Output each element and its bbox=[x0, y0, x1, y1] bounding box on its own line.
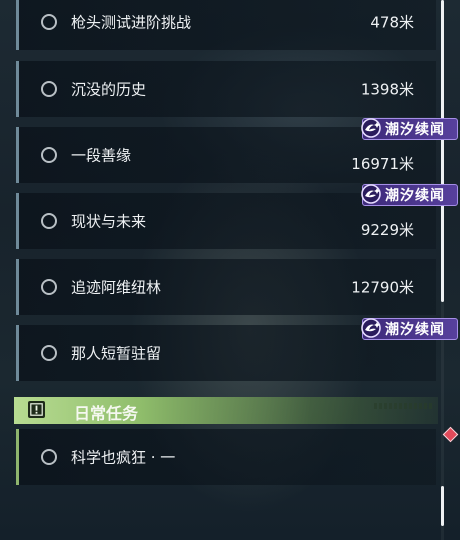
radio-circle-icon[interactable] bbox=[41, 213, 57, 229]
quest-tag-label: 潮汐续闻 bbox=[385, 122, 445, 138]
tide-emblem-icon bbox=[359, 316, 383, 340]
scrollbar-thumb[interactable] bbox=[441, 0, 444, 302]
daily-quest-row[interactable]: 科学也疯狂 · 一 bbox=[16, 429, 436, 485]
quest-tag-badge: 潮汐续闻 bbox=[359, 116, 458, 140]
scrollbar-thumb-lower[interactable] bbox=[441, 486, 444, 526]
tide-emblem-icon bbox=[359, 116, 383, 140]
tide-emblem-icon bbox=[359, 182, 383, 206]
quest-distance: 16971米 bbox=[351, 154, 414, 173]
quest-tag-label: 潮汐续闻 bbox=[385, 188, 445, 204]
radio-circle-icon[interactable] bbox=[41, 449, 57, 465]
radio-circle-icon[interactable] bbox=[41, 345, 57, 361]
red-diamond-icon bbox=[442, 426, 459, 443]
quest-title: 一段善缘 bbox=[71, 146, 132, 165]
quest-title: 沉没的历史 bbox=[71, 80, 147, 99]
quest-distance: 1398米 bbox=[360, 80, 414, 99]
radio-circle-icon[interactable] bbox=[41, 14, 57, 30]
quest-title: 那人短暂驻留 bbox=[71, 344, 162, 363]
quest-row[interactable]: 枪头测试进阶挑战 478米 bbox=[16, 0, 436, 50]
quest-distance: 12790米 bbox=[351, 278, 414, 297]
radio-circle-icon[interactable] bbox=[41, 147, 57, 163]
quest-row[interactable]: 沉没的历史 1398米 bbox=[16, 61, 436, 117]
quest-distance: 478米 bbox=[370, 13, 414, 32]
quest-distance: 9229米 bbox=[360, 220, 414, 239]
quest-title: 追迹阿维纽林 bbox=[71, 278, 162, 297]
quest-tag-label: 潮汐续闻 bbox=[385, 322, 445, 338]
header-decoration bbox=[374, 403, 432, 409]
section-title: 日常任务 bbox=[74, 404, 139, 423]
quest-title: 科学也疯狂 · 一 bbox=[71, 448, 176, 467]
quest-title: 现状与未来 bbox=[71, 212, 147, 231]
radio-circle-icon[interactable] bbox=[41, 81, 57, 97]
quest-row[interactable]: 追迹阿维纽林 12790米 bbox=[16, 259, 436, 315]
radio-circle-icon[interactable] bbox=[41, 279, 57, 295]
exclamation-icon bbox=[28, 401, 45, 418]
quest-tracker-panel: 枪头测试进阶挑战 478米 沉没的历史 1398米 一段善缘 16971米 潮汐… bbox=[0, 0, 460, 540]
quest-tag-badge: 潮汐续闻 bbox=[359, 316, 458, 340]
quest-title: 枪头测试进阶挑战 bbox=[71, 13, 192, 32]
daily-quests-header[interactable]: 日常任务 bbox=[14, 397, 438, 424]
quest-tag-badge: 潮汐续闻 bbox=[359, 182, 458, 206]
